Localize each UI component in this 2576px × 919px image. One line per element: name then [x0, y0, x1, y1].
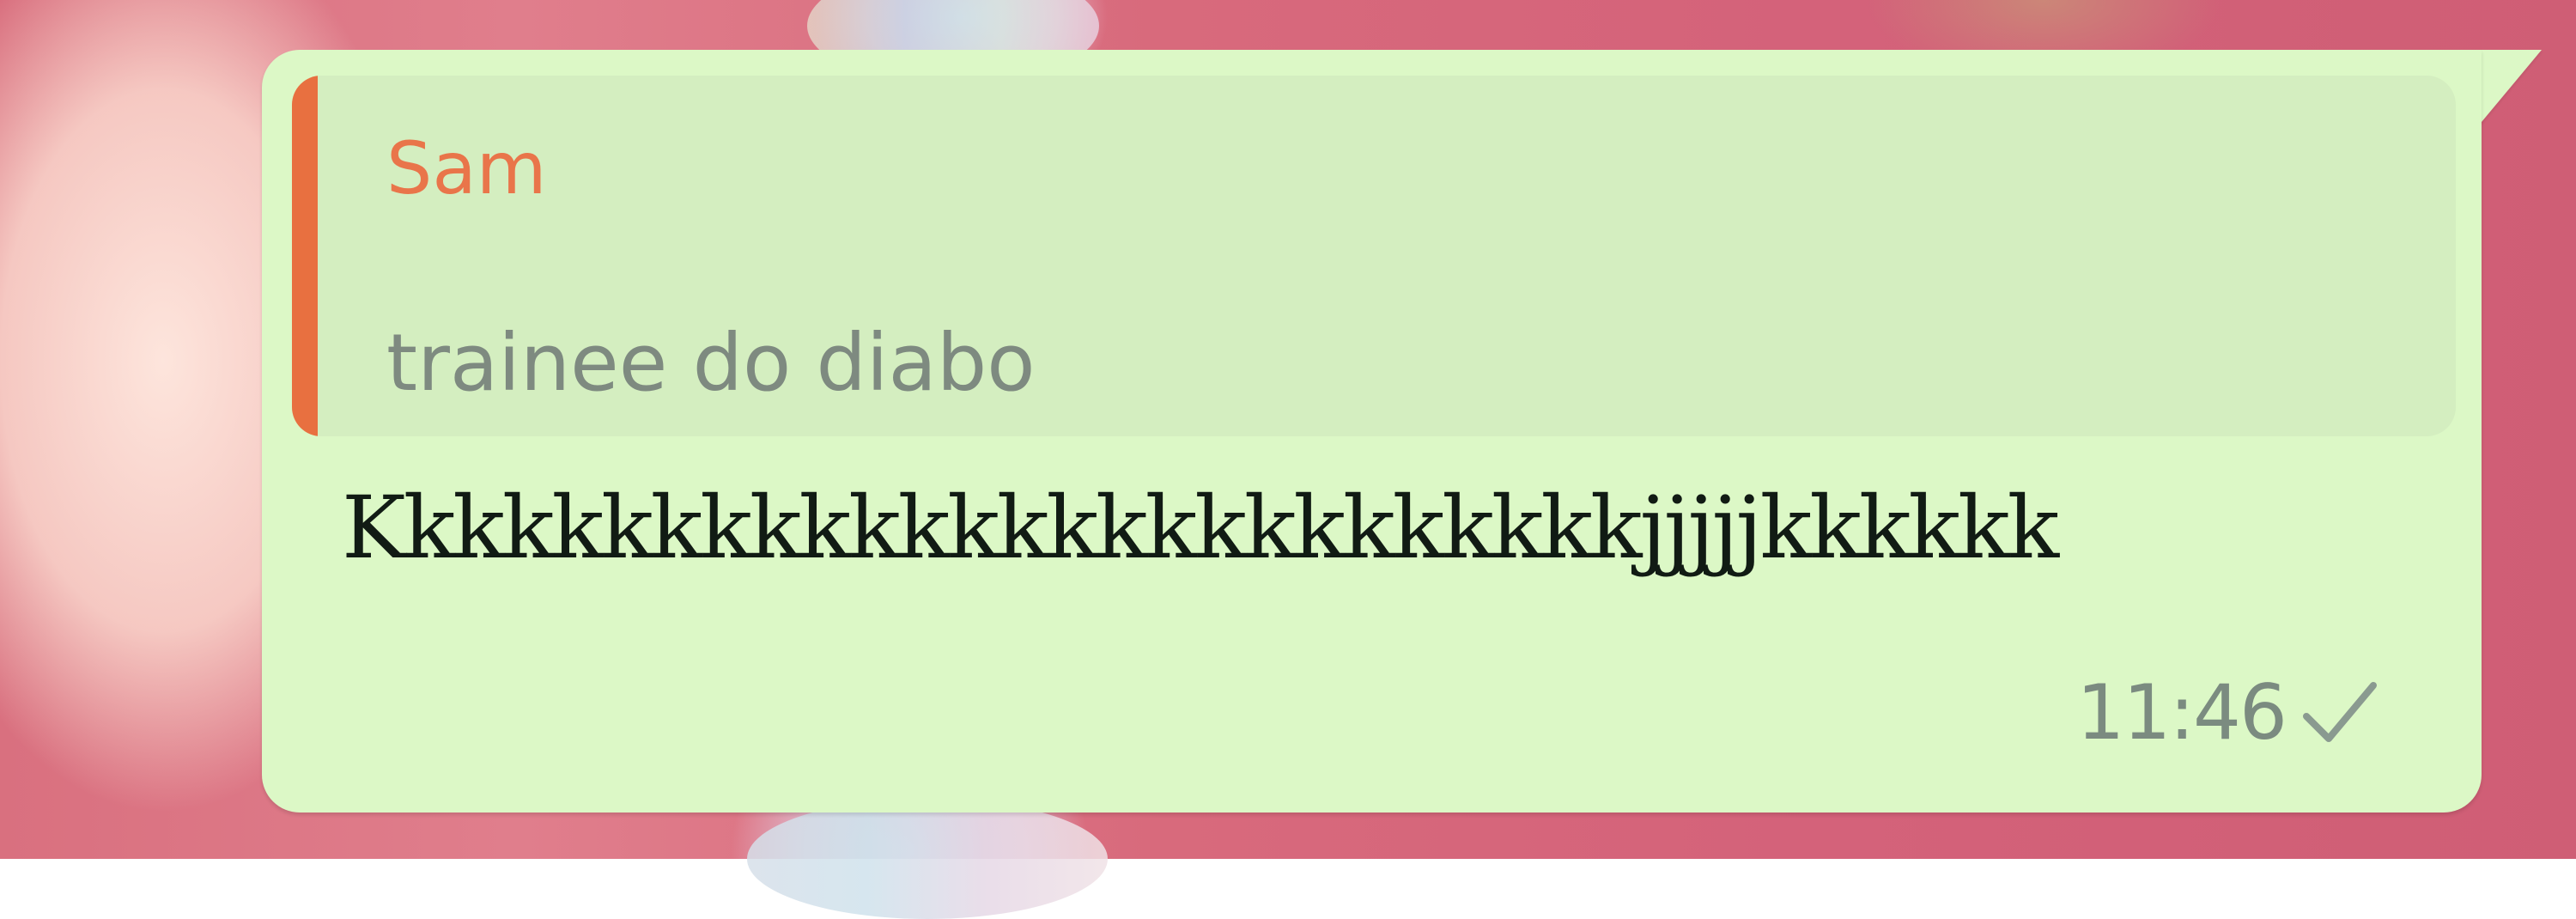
wallpaper-detail-bottom	[747, 799, 1108, 919]
single-check-icon	[2303, 682, 2377, 742]
message-meta: 11:46	[2076, 670, 2379, 756]
message-text: Kkkkkkkkkkkkkkkkkkkkkkkkkkjjjjjkkkkkk	[342, 478, 2059, 578]
message-bubble-tail	[2477, 50, 2542, 127]
quoted-sender-name: Sam	[386, 126, 547, 210]
quoted-reply-bar	[292, 76, 318, 436]
quoted-reply[interactable]: Sam trainee do diabo	[292, 76, 2456, 436]
message-time: 11:46	[2076, 668, 2287, 757]
quoted-message-text: trainee do diabo	[386, 317, 1036, 409]
